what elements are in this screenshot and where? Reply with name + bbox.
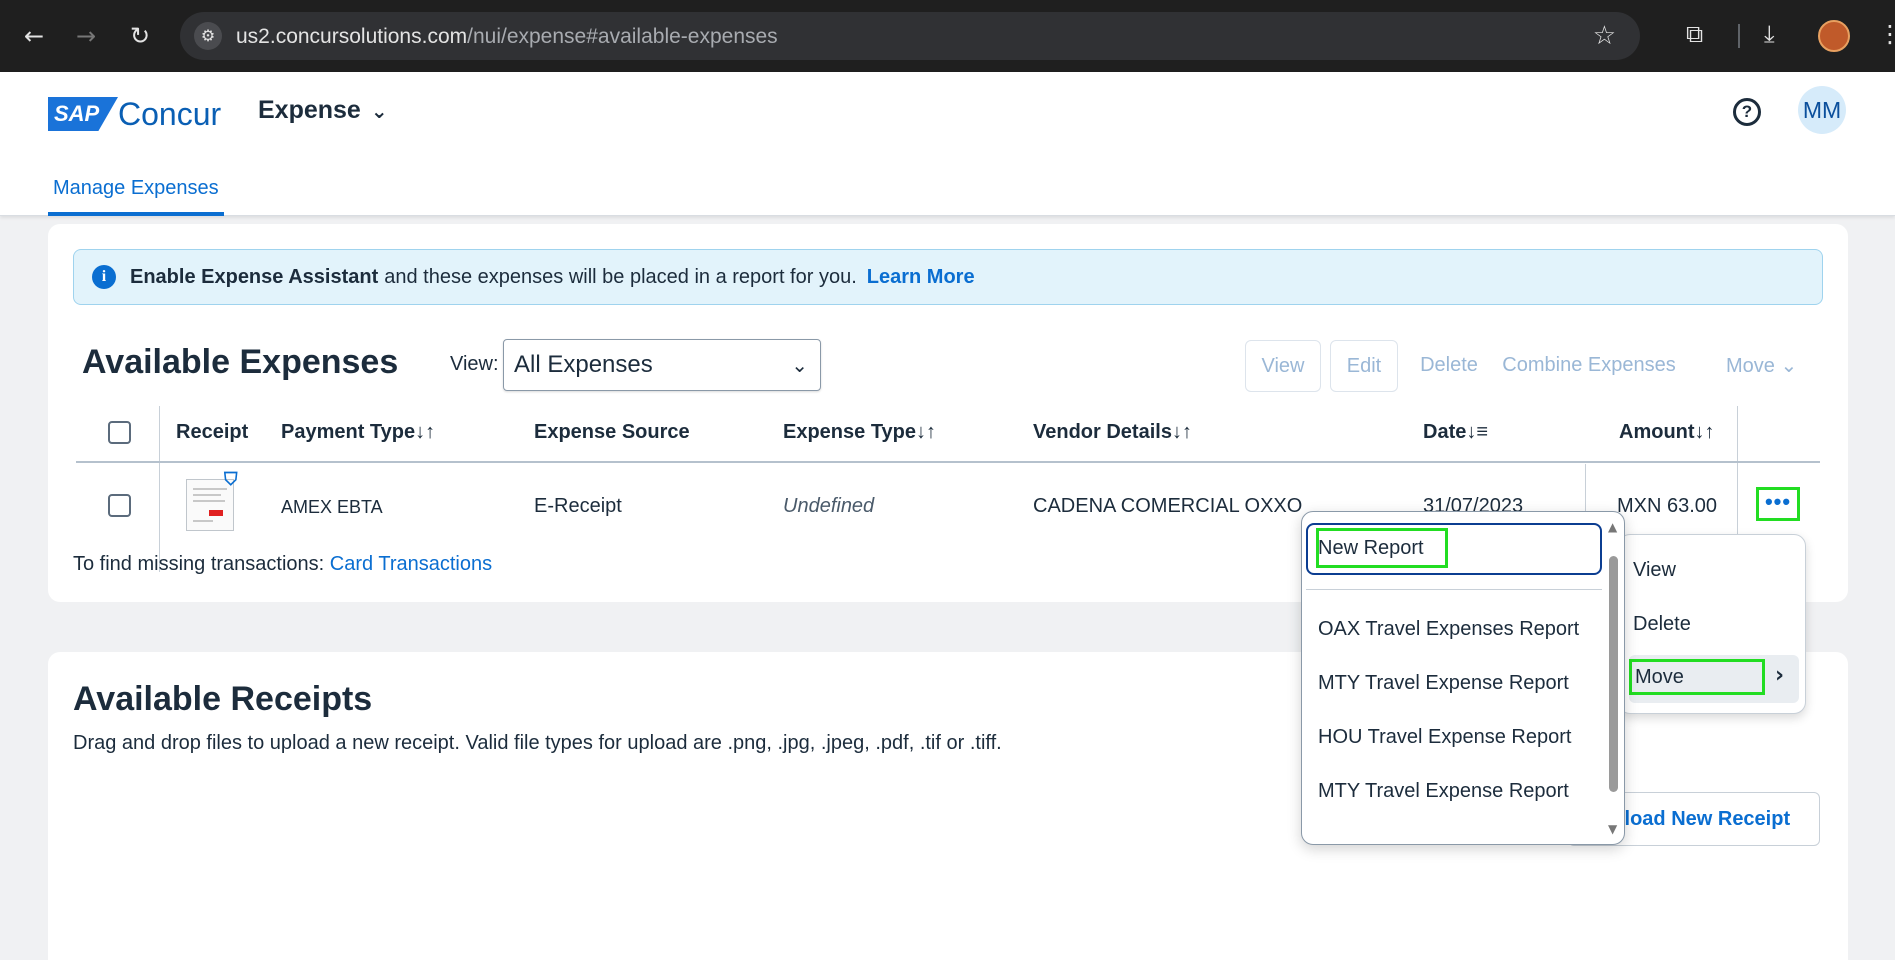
sort-icon: ↓↑ (1171, 421, 1192, 443)
column-divider (159, 406, 160, 572)
sort-icon: ↓↑ (1694, 421, 1715, 443)
report-item[interactable]: MTY Travel Expense Report (1318, 780, 1569, 803)
page-title: Available Expenses (82, 343, 399, 381)
app-header: SAP Concur Expense ⌄ ? MM Manage Expense… (0, 72, 1895, 216)
combine-expenses-button[interactable]: Combine Expenses (1498, 340, 1680, 392)
view-button[interactable]: View (1245, 340, 1321, 392)
find-text-label: To find missing transactions: (73, 553, 325, 575)
delete-button[interactable]: Delete (1414, 340, 1484, 392)
card-transactions-link[interactable]: Card Transactions (330, 553, 492, 575)
payment-type-cell: AMEX EBTA (281, 497, 383, 517)
receipts-title: Available Receipts (73, 680, 373, 718)
expense-assistant-banner: i Enable Expense Assistant and these exp… (73, 249, 1823, 305)
download-icon[interactable]: ⤓ (1764, 20, 1775, 48)
column-header-amount[interactable]: Amount↓↑ (1619, 421, 1715, 444)
tab-manage-expenses[interactable]: Manage Expenses (48, 168, 224, 216)
payment-type-label: Payment Type (281, 421, 416, 443)
menu-item-move-label: Move (1635, 666, 1684, 688)
row-more-actions-button[interactable]: ••• (1756, 487, 1800, 521)
expense-source-cell: E-Receipt (534, 495, 622, 517)
address-bar[interactable]: ⚙ us2.concursolutions.com/nui/expense#av… (180, 12, 1640, 60)
toolbar-divider (1738, 24, 1740, 48)
profile-avatar[interactable] (1818, 20, 1850, 52)
bookmark-star-icon[interactable]: ☆ (1593, 21, 1616, 51)
scroll-thumb[interactable] (1609, 556, 1618, 792)
vendor-details-label: Vendor Details (1033, 421, 1172, 443)
report-item[interactable]: MTY Travel Expense Report (1318, 672, 1569, 695)
column-header-date[interactable]: Date↓≡ (1423, 421, 1488, 444)
sort-desc-icon: ↓≡ (1466, 421, 1489, 443)
url-path: /nui/expense#available-expenses (467, 25, 778, 48)
site-settings-icon[interactable]: ⚙ (194, 22, 222, 50)
amount-label: Amount (1619, 421, 1695, 443)
sap-concur-logo[interactable]: SAP Concur (48, 94, 221, 134)
url-text[interactable]: us2.concursolutions.com/nui/expense#avai… (236, 25, 778, 49)
receipts-description: Drag and drop files to upload a new rece… (73, 732, 1002, 754)
move-button-label: Move (1726, 355, 1775, 377)
expense-type-cell: Undefined (783, 495, 875, 517)
learn-more-link[interactable]: Learn More (867, 266, 975, 289)
product-label: Expense (258, 96, 361, 124)
scroll-up-arrow-icon[interactable]: ▲ (1608, 520, 1617, 534)
column-header-expense-type[interactable]: Expense Type↓↑ (783, 421, 936, 444)
column-header-vendor-details[interactable]: Vendor Details↓↑ (1033, 421, 1192, 444)
view-label: View: (450, 353, 499, 375)
reload-icon[interactable]: ↻ (126, 22, 154, 50)
menu-kebab-icon[interactable]: ⋮ (1878, 20, 1895, 48)
sort-icon: ↓↑ (415, 421, 436, 443)
date-label: Date (1423, 421, 1467, 443)
browser-toolbar: ← → ↻ ⚙ us2.concursolutions.com/nui/expe… (0, 0, 1895, 72)
vendor-cell: CADENA COMERCIAL OXXO (1033, 495, 1303, 517)
report-item[interactable]: OAX Travel Expenses Report (1318, 618, 1579, 641)
chevron-down-icon: ⌄ (791, 353, 808, 377)
select-all-checkbox[interactable] (108, 421, 131, 444)
forward-icon[interactable]: → (72, 22, 100, 50)
row-checkbox[interactable] (108, 494, 131, 517)
view-select[interactable]: All Expenses ⌄ (503, 339, 821, 391)
edit-button[interactable]: Edit (1330, 340, 1398, 392)
report-item[interactable]: HOU Travel Expense Report (1318, 726, 1571, 749)
view-select-value: All Expenses (514, 351, 653, 378)
sap-logo-mark: SAP (48, 97, 118, 131)
banner-bold-text: Enable Expense Assistant (130, 265, 379, 288)
user-avatar[interactable]: MM (1798, 86, 1846, 134)
expense-type-label: Expense Type (783, 421, 917, 443)
chevron-down-icon: ⌄ (1780, 353, 1798, 377)
amount-cell: MXN 63.00 (1617, 495, 1718, 517)
url-host: us2.concursolutions.com (236, 25, 468, 48)
concur-logo-text: Concur (118, 95, 222, 132)
column-header-receipt: Receipt (176, 421, 249, 443)
move-dropdown-button[interactable]: Move ⌄ (1726, 340, 1812, 392)
submenu-scrollbar[interactable]: ▲ ▼ (1606, 520, 1620, 838)
sort-icon: ↓↑ (916, 421, 937, 443)
verified-shield-icon: ⛉ (224, 469, 238, 490)
back-icon[interactable]: ← (20, 22, 48, 50)
menu-item-delete[interactable]: Delete (1633, 613, 1691, 636)
find-missing-transactions: To find missing transactions: Card Trans… (73, 553, 492, 576)
column-header-expense-source: Expense Source (534, 421, 690, 443)
scroll-down-arrow-icon[interactable]: ▼ (1608, 822, 1617, 836)
chevron-down-icon: ⌄ (370, 98, 388, 123)
menu-divider (1306, 589, 1602, 590)
menu-item-view[interactable]: View (1633, 559, 1676, 582)
row-action-menu: View Delete Move › (1618, 534, 1806, 714)
banner-text: and these expenses will be placed in a r… (384, 265, 857, 288)
new-report-label: New Report (1318, 537, 1424, 559)
move-to-report-submenu: New Report OAX Travel Expenses Report MT… (1301, 511, 1625, 845)
extensions-icon[interactable]: ⧉ (1686, 20, 1703, 48)
product-switcher[interactable]: Expense ⌄ (258, 96, 388, 125)
table-header-divider (76, 461, 1820, 463)
help-icon[interactable]: ? (1733, 98, 1761, 126)
column-header-payment-type[interactable]: Payment Type↓↑ (281, 421, 435, 444)
info-icon: i (92, 265, 116, 289)
chevron-right-icon: › (1775, 663, 1785, 688)
